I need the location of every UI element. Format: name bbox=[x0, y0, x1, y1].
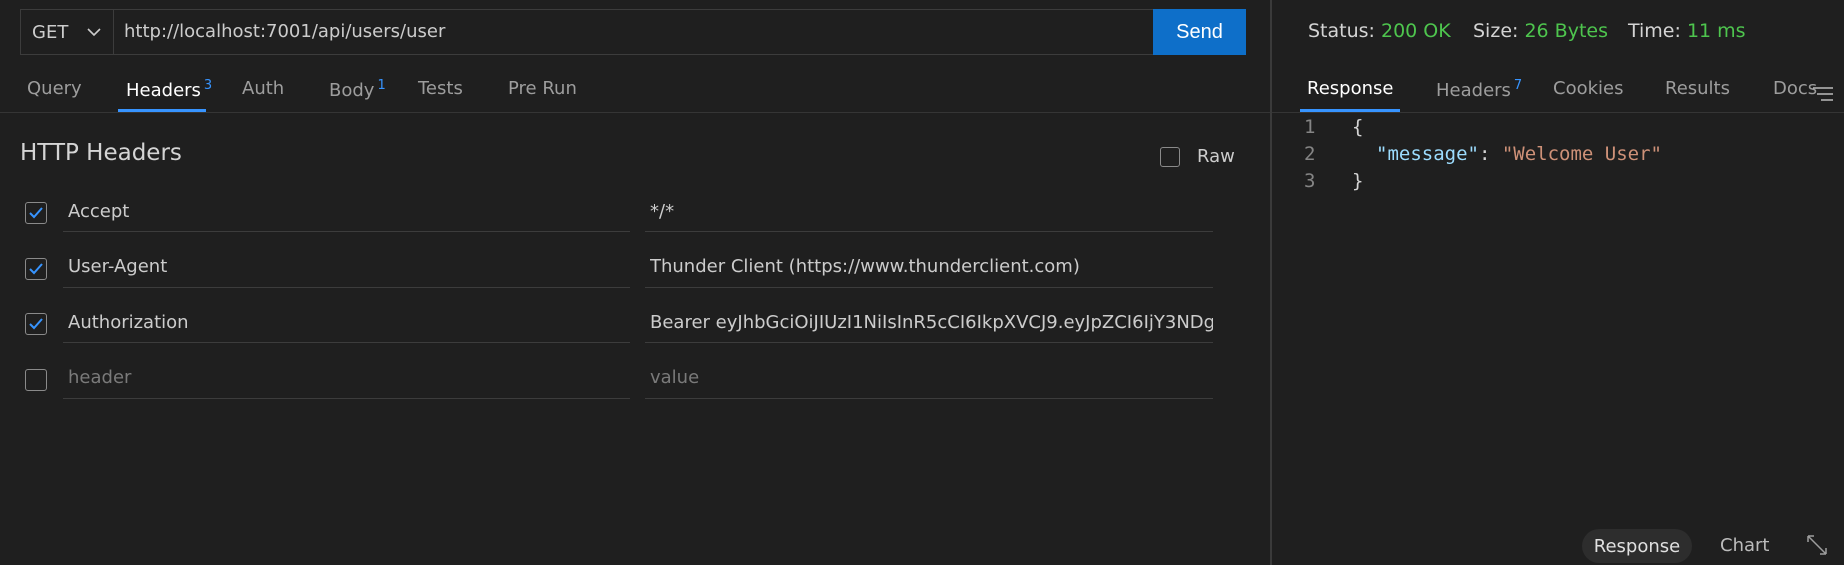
header-value[interactable]: Thunder Client (https://www.thunderclien… bbox=[650, 256, 1213, 277]
url-bar: GET Send bbox=[20, 9, 1246, 55]
raw-label: Raw bbox=[1197, 146, 1235, 167]
field-underline bbox=[645, 287, 1213, 288]
bottom-tab-chart[interactable]: Chart bbox=[1720, 535, 1769, 556]
hamburger-menu-icon[interactable] bbox=[1812, 85, 1834, 103]
json-close-brace: } bbox=[1352, 170, 1364, 192]
tab-label: Headers bbox=[126, 80, 201, 101]
field-underline bbox=[645, 231, 1213, 232]
check-icon bbox=[29, 263, 43, 275]
time-value: 11 ms bbox=[1686, 20, 1746, 42]
tab-body[interactable]: Body 1 bbox=[329, 78, 386, 101]
tab-response[interactable]: Response bbox=[1307, 78, 1393, 99]
method-label: GET bbox=[32, 21, 69, 43]
tab-pre-run[interactable]: Pre Run bbox=[508, 78, 577, 99]
tab-label: Docs bbox=[1773, 78, 1818, 99]
chevron-down-icon bbox=[87, 28, 101, 37]
method-select[interactable]: GET bbox=[21, 10, 114, 54]
field-underline bbox=[63, 287, 630, 288]
status-indicator: Status: 200 OK bbox=[1308, 20, 1451, 42]
tab-docs[interactable]: Docs bbox=[1773, 78, 1817, 99]
field-underline bbox=[645, 342, 1213, 343]
header-enabled-checkbox[interactable] bbox=[25, 202, 47, 224]
header-name[interactable]: User-Agent bbox=[68, 256, 628, 277]
tab-label: Results bbox=[1665, 78, 1730, 99]
header-value[interactable]: */* bbox=[650, 201, 1213, 222]
bottom-tab-response[interactable]: Response bbox=[1582, 529, 1692, 563]
field-underline bbox=[63, 342, 630, 343]
tab-badge: 1 bbox=[377, 78, 386, 93]
tab-response-headers[interactable]: Headers 7 bbox=[1436, 78, 1522, 101]
json-colon: : bbox=[1478, 143, 1502, 165]
tab-label: Query bbox=[27, 78, 82, 99]
panel-splitter[interactable] bbox=[1270, 0, 1272, 565]
line-number: 2 bbox=[1304, 143, 1316, 165]
json-line: "message": "Welcome User" bbox=[1376, 143, 1662, 165]
header-name[interactable]: Authorization bbox=[68, 312, 628, 333]
header-name[interactable]: Accept bbox=[68, 201, 628, 222]
tab-label: Response bbox=[1307, 78, 1394, 99]
tab-label: Body bbox=[329, 80, 375, 101]
tab-label: Auth bbox=[242, 78, 285, 99]
tab-label: Headers bbox=[1436, 80, 1511, 101]
size-label: Size: bbox=[1473, 20, 1519, 42]
size-value: 26 Bytes bbox=[1524, 20, 1608, 42]
section-title: HTTP Headers bbox=[20, 140, 182, 166]
field-underline bbox=[645, 398, 1213, 399]
response-tabs-divider bbox=[1272, 112, 1844, 113]
json-key: "message" bbox=[1376, 143, 1479, 165]
line-number: 1 bbox=[1304, 116, 1316, 138]
expand-arrows-icon[interactable] bbox=[1805, 533, 1829, 557]
field-underline bbox=[63, 398, 630, 399]
header-enabled-checkbox[interactable] bbox=[25, 313, 47, 335]
header-enabled-checkbox[interactable] bbox=[25, 258, 47, 280]
tab-label: Cookies bbox=[1553, 78, 1624, 99]
check-icon bbox=[29, 318, 43, 330]
tab-auth[interactable]: Auth bbox=[242, 78, 284, 99]
header-enabled-checkbox[interactable] bbox=[25, 369, 47, 391]
time-label: Time: bbox=[1628, 20, 1681, 42]
tab-badge: 7 bbox=[1513, 78, 1523, 93]
tab-cookies[interactable]: Cookies bbox=[1553, 78, 1623, 99]
check-icon bbox=[29, 207, 43, 219]
line-number: 3 bbox=[1304, 170, 1316, 192]
status-label: Status: bbox=[1308, 20, 1375, 42]
raw-checkbox[interactable] bbox=[1160, 147, 1180, 167]
status-value: 200 OK bbox=[1381, 20, 1451, 42]
tabs-divider bbox=[0, 112, 1270, 113]
json-string-value: "Welcome User" bbox=[1501, 143, 1662, 165]
tab-label: Pre Run bbox=[508, 78, 577, 99]
header-value[interactable]: Bearer eyJhbGciOiJIUzI1NiIsInR5cCI6IkpXV… bbox=[650, 312, 1213, 333]
size-indicator: Size: 26 Bytes bbox=[1473, 20, 1608, 42]
header-name-input[interactable]: header bbox=[68, 367, 628, 388]
tab-query[interactable]: Query bbox=[27, 78, 82, 99]
tab-label: Tests bbox=[418, 78, 463, 99]
field-underline bbox=[63, 231, 630, 232]
tab-results[interactable]: Results bbox=[1665, 78, 1730, 99]
tab-badge: 3 bbox=[203, 78, 213, 93]
tab-tests[interactable]: Tests bbox=[418, 78, 463, 99]
tab-headers[interactable]: Headers 3 bbox=[126, 78, 212, 101]
url-input[interactable] bbox=[124, 10, 1124, 54]
send-button[interactable]: Send bbox=[1153, 9, 1246, 55]
time-indicator: Time: 11 ms bbox=[1628, 20, 1746, 42]
json-open-brace: { bbox=[1352, 116, 1364, 138]
header-value-input[interactable]: value bbox=[650, 367, 1213, 388]
